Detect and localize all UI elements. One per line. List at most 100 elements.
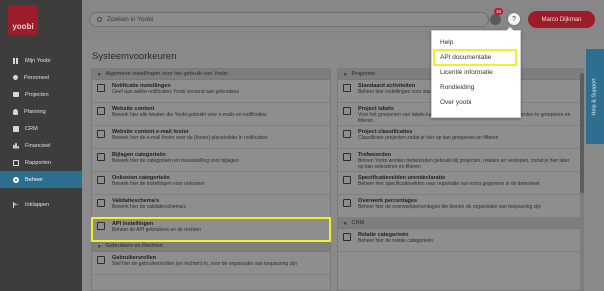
help-support-tab[interactable]: Help & Support: [586, 49, 604, 144]
clock-icon: [343, 199, 351, 207]
sidebar-item-label: Mijn Yoobi: [25, 57, 51, 64]
search-icon: [97, 17, 102, 22]
tag-icon: [343, 107, 351, 115]
sidebar-item-label: Planning: [24, 108, 46, 115]
collapse-arrow-icon: ⇤: [13, 201, 19, 208]
settings-row-api[interactable]: API instellingen Beheer de API gebruikers…: [91, 217, 331, 242]
folder-icon: [13, 92, 19, 97]
sidebar-collapse-button[interactable]: ⇤ Inklappen: [0, 196, 82, 213]
row-desc: Bewerk hier de categorieën en toesastell…: [112, 158, 239, 165]
row-desc: Beheer hier instellingen voor stan: [358, 89, 433, 96]
sidebar-item-label: Projecten: [25, 91, 49, 98]
notification-badge: 10: [494, 8, 503, 15]
row-desc: Bewerk hier de e-mail footer voor de {fo…: [112, 135, 268, 142]
row-desc: Stel hier de gebruikersrollen (en rechte…: [112, 261, 298, 268]
sidebar-item-projecten[interactable]: Projecten: [0, 86, 82, 103]
sidebar-item-personeel[interactable]: Personeel: [0, 69, 82, 86]
keyword-icon: [343, 153, 351, 161]
row-desc: Geef aan welke notificaties Yoobi verzen…: [112, 89, 240, 96]
gear-icon: [13, 176, 19, 183]
sidebar-item-label: Personeel: [24, 74, 50, 81]
yoobi-logo[interactable]: yoobi: [8, 5, 38, 35]
menu-item-rondleiding[interactable]: Rondleiding: [432, 80, 520, 95]
settings-row-gebruikersrollen[interactable]: Gebruikersrollen Stel hier de gebruikersr…: [92, 252, 330, 275]
reports-icon: [13, 159, 19, 166]
settings-row-project-classificaties[interactable]: Project classificaties Classificeer proje…: [338, 126, 580, 149]
person-icon: [13, 75, 18, 80]
sidebar-nav: Mijn Yoobi Personeel Projecten Planning …: [0, 52, 82, 213]
caret-down-icon: ▼: [97, 243, 102, 249]
section-header-crm[interactable]: ▼ CRM: [338, 218, 580, 229]
row-desc: Bewerk hier alle teksten die Yoobi gebru…: [112, 112, 267, 119]
coins-icon: [97, 176, 105, 184]
menu-item-api-documentatie[interactable]: API documentatie: [433, 49, 517, 66]
timesheet-icon: [343, 176, 351, 184]
section-title: Projecten: [351, 71, 376, 77]
crm-icon: [13, 125, 19, 132]
settings-row-overwerk[interactable]: Overwerk percentages Beheer hier de overw…: [338, 195, 580, 218]
paperclip-icon: [97, 153, 105, 161]
sidebar-collapse-label: Inklappen: [25, 201, 50, 208]
list-icon: [343, 84, 351, 92]
search-placeholder: Zoeken in Yoobi: [107, 16, 154, 23]
settings-row-notificaties[interactable]: Notificatie instellingen Geef aan welke n…: [92, 80, 330, 103]
sidebar-item-label: CRM: [25, 125, 38, 132]
settings-row-trefwoorden[interactable]: Trefwoorden Binnen Yoobi worden trefwoord…: [338, 149, 580, 172]
menu-item-over-yoobi[interactable]: Over yoobi: [432, 95, 520, 110]
notifications-icon[interactable]: [490, 14, 501, 25]
row-desc: Beheer hier de overwerkpercentages die b…: [358, 204, 542, 211]
page-title: Systeemvoorkeuren: [92, 51, 177, 62]
sidebar-item-beheer[interactable]: Beheer: [0, 171, 82, 188]
section-header-general[interactable]: ▼ Algemene instellingen voor het gebruik …: [92, 69, 330, 80]
row-desc: Beheer hier specificatievelden voor regi…: [358, 181, 540, 188]
relation-icon: [343, 233, 351, 241]
sidebar: yoobi Mijn Yoobi Personeel Projecten Pla…: [0, 0, 82, 291]
settings-row-onkosten[interactable]: Onkosten categorieën Bewerk hier de inste…: [92, 172, 330, 195]
row-desc: Beheer de API gebruikers en de rechten: [112, 227, 201, 234]
row-desc: Beheer hier de relatie categorieën: [358, 238, 434, 245]
settings-row-bijlagen[interactable]: Bijlagen categorieën Bewerk hier de categ…: [92, 149, 330, 172]
section-title: Gebruikers en Rechten: [105, 243, 163, 249]
section-title: CRM: [351, 220, 365, 226]
help-support-label: Help & Support: [592, 77, 598, 116]
sidebar-item-mijn-yoobi[interactable]: Mijn Yoobi: [0, 52, 82, 69]
scrollbar-thumb[interactable]: [580, 73, 584, 193]
top-bar: Zoeken in Yoobi 10 ? Marco Dijkman: [82, 0, 604, 40]
settings-row-specificatievelden[interactable]: Specificatievelden urendeclaratie Beheer …: [338, 172, 580, 195]
sidebar-item-label: Rapporten: [25, 159, 52, 166]
caret-down-icon: ▼: [97, 71, 102, 77]
help-button[interactable]: ?: [507, 12, 521, 26]
settings-row-relatie-categorieen[interactable]: Relatie categorieën Beheer hier de relati…: [338, 229, 580, 252]
sidebar-item-label: Financieel: [25, 142, 51, 149]
user-menu-button[interactable]: Marco Dijkman: [528, 11, 595, 28]
row-desc: Classificeer projecten zodat je hier op …: [358, 135, 499, 142]
section-title: Algemene instellingen voor het gebruik v…: [105, 71, 228, 77]
caret-down-icon: ▼: [343, 220, 348, 226]
row-desc: Binnen Yoobi worden trefwoorden gebruikt…: [358, 158, 570, 171]
row-desc: Bewerk hier de validatieschema's: [112, 204, 187, 211]
search-input[interactable]: Zoeken in Yoobi: [89, 12, 489, 27]
caret-down-icon: ▼: [343, 71, 348, 77]
grid-icon: [13, 57, 19, 64]
menu-item-help[interactable]: Help: [432, 35, 520, 50]
sidebar-item-financieel[interactable]: Financieel: [0, 137, 82, 154]
users-icon: [97, 256, 105, 264]
settings-row-validatie[interactable]: Validatieschema's Bewerk hier de validati…: [92, 195, 330, 218]
settings-row-website-content[interactable]: Website content Bewerk hier alle teksten …: [92, 103, 330, 126]
section-header-users[interactable]: ▼ Gebruikers en Rechten: [92, 241, 330, 252]
finance-icon: [13, 143, 19, 149]
menu-item-licentie-informatie[interactable]: Licentie informatie: [432, 65, 520, 80]
sidebar-item-planning[interactable]: Planning: [0, 103, 82, 120]
page-scrollbar[interactable]: [580, 68, 584, 291]
dropdown-pointer: [506, 27, 514, 31]
help-dropdown-menu: Help API documentatie Licentie informati…: [431, 27, 521, 118]
sidebar-item-rapporten[interactable]: Rapporten: [0, 154, 82, 171]
sidebar-item-label: Beheer: [25, 176, 44, 183]
settings-row-email-footer[interactable]: Website content e-mail footer Bewerk hier…: [92, 126, 330, 149]
document-icon: [97, 130, 105, 138]
general-settings-panel: ▼ Algemene instellingen voor het gebruik …: [91, 68, 331, 291]
sidebar-item-crm[interactable]: CRM: [0, 120, 82, 137]
bell-icon: [97, 84, 105, 92]
document-icon: [97, 107, 105, 115]
api-icon: [97, 222, 105, 230]
